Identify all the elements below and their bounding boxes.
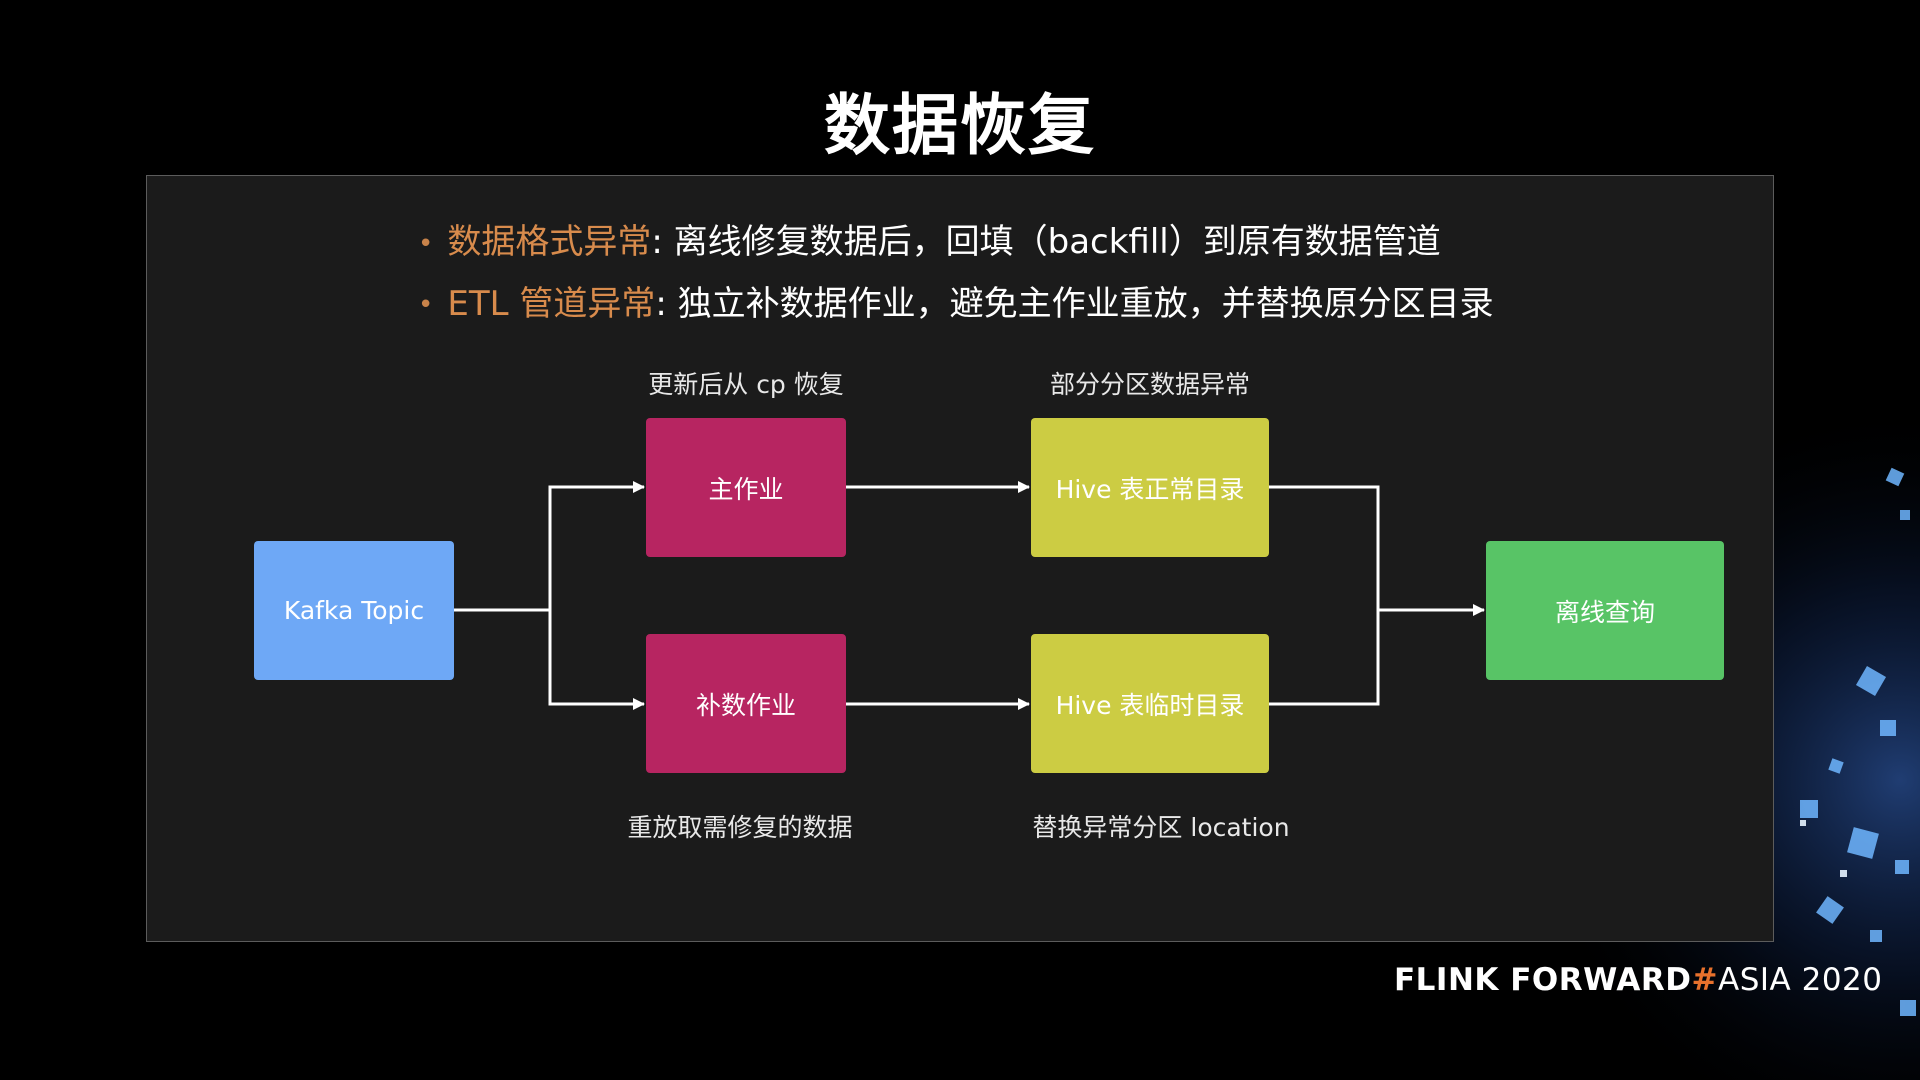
- caption-replace-location: 替换异常分区 location: [1032, 813, 1290, 842]
- node-backfill-job: 补数作业: [646, 634, 846, 773]
- bullet-text: : 离线修复数据后，回填（backfill）到原有数据管道: [651, 222, 1441, 262]
- node-main-job: 主作业: [646, 418, 846, 557]
- page-title: 数据恢复: [824, 87, 1096, 164]
- bullet-highlight: ETL 管道异常: [447, 283, 656, 324]
- node-hive-temp-dir: Hive 表临时目录: [1031, 634, 1269, 773]
- brand-part1: FLINK FORWARD: [1394, 962, 1692, 998]
- bullet-text: : 独立补数据作业，避免主作业重放，并替换原分区目录: [655, 283, 1494, 324]
- bullet-dot-icon: •: [418, 228, 434, 259]
- caption-replay-data: 重放取需修复的数据: [627, 813, 853, 842]
- bullet-item: • ETL 管道异常: 独立补数据作业，避免主作业重放，并替换原分区目录: [418, 274, 1494, 336]
- caption-partition-anomaly: 部分分区数据异常: [1049, 370, 1251, 399]
- node-hive-normal-dir: Hive 表正常目录: [1031, 418, 1269, 557]
- node-offline-query: 离线查询: [1486, 541, 1724, 680]
- bullet-dot-icon: •: [418, 290, 434, 320]
- brand-part2: ASIA 2020: [1718, 962, 1883, 998]
- node-kafka-topic: Kafka Topic: [254, 541, 454, 680]
- caption-restore-from-cp: 更新后从 cp 恢复: [648, 370, 844, 399]
- bullet-item: • 数据格式异常: 离线修复数据后，回填（backfill）到原有数据管道: [418, 212, 1494, 274]
- brand-hash: #: [1691, 962, 1719, 998]
- bullet-highlight: 数据格式异常: [447, 222, 652, 262]
- bullet-list: • 数据格式异常: 离线修复数据后，回填（backfill）到原有数据管道 • ET…: [418, 212, 1494, 335]
- event-brand-logo: FLINK FORWARD#ASIA 2020: [1394, 962, 1883, 998]
